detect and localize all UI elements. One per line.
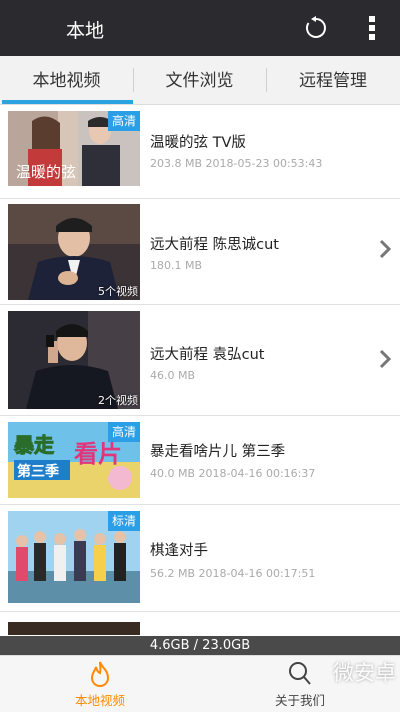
nav-local-videos[interactable]: 本地视频 <box>0 656 200 712</box>
list-item[interactable]: 温暖的弦 高清 温暖的弦 TV版 203.8 MB 2018-05-23 00:… <box>0 105 400 199</box>
flame-icon <box>90 661 110 687</box>
video-thumbnail <box>8 622 140 635</box>
tab-remote-manage[interactable]: 远程管理 <box>266 56 400 104</box>
tab-bar: 本地视频 文件浏览 远程管理 <box>0 56 400 105</box>
tab-divider <box>266 68 267 92</box>
app-header: 本地 <box>0 0 400 56</box>
list-item[interactable]: 5个视频 远大前程 陈思诚cut 180.1 MB <box>0 199 400 305</box>
poster-title-text: 温暖的弦 <box>16 163 76 181</box>
svg-text:第三季: 第三季 <box>17 463 59 480</box>
video-title: 远大前程 陈思诚cut <box>150 237 279 253</box>
video-thumbnail: 2个视频 <box>8 311 140 409</box>
video-meta: 180.1 MB <box>150 259 203 272</box>
tab-local-videos[interactable]: 本地视频 <box>0 56 133 104</box>
video-thumbnail: 温暖的弦 高清 <box>8 111 140 186</box>
poster-title-text: 暴走 <box>14 433 54 457</box>
chevron-right-icon <box>379 349 392 369</box>
video-count: 2个视频 <box>98 394 138 407</box>
video-thumbnail: 标清 <box>8 511 140 603</box>
list-item[interactable] <box>0 612 400 635</box>
more-menu-icon[interactable] <box>364 14 380 42</box>
tab-file-browser[interactable]: 文件浏览 <box>133 56 266 104</box>
video-meta: 56.2 MB 2018-04-16 00:17:51 <box>150 567 316 580</box>
video-count: 5个视频 <box>98 285 138 298</box>
chevron-right-icon <box>379 239 392 259</box>
tab-divider <box>133 68 134 92</box>
nav-label: 本地视频 <box>74 693 125 708</box>
video-list: 温暖的弦 高清 温暖的弦 TV版 203.8 MB 2018-05-23 00:… <box>0 105 400 635</box>
video-meta: 46.0 MB <box>150 369 196 382</box>
refresh-icon[interactable] <box>303 15 329 41</box>
quality-badge: 高清 <box>107 422 140 442</box>
video-title: 温暖的弦 TV版 <box>150 135 246 151</box>
video-title: 远大前程 袁弘cut <box>150 347 265 363</box>
svg-text:看片: 看片 <box>74 440 122 468</box>
video-thumbnail: 暴走 第三季 看片 高清 <box>8 422 140 498</box>
storage-usage-bar: 4.6GB / 23.0GB <box>0 636 400 655</box>
video-title: 棋逢对手 <box>150 543 208 559</box>
video-meta: 40.0 MB 2018-04-16 00:16:37 <box>150 467 316 480</box>
list-item[interactable]: 标清 棋逢对手 56.2 MB 2018-04-16 00:17:51 <box>0 505 400 612</box>
active-tab-indicator <box>2 100 133 104</box>
list-item[interactable]: 暴走 第三季 看片 高清 暴走看啥片儿 第三季 40.0 MB 2018-04-… <box>0 416 400 505</box>
video-title: 暴走看啥片儿 第三季 <box>150 444 286 460</box>
video-thumbnail: 5个视频 <box>8 204 140 300</box>
video-meta: 203.8 MB 2018-05-23 00:53:43 <box>150 157 323 170</box>
quality-badge: 高清 <box>107 111 140 131</box>
list-item[interactable]: 2个视频 远大前程 袁弘cut 46.0 MB <box>0 305 400 416</box>
watermark-logo: 微安卓 <box>333 661 396 685</box>
page-title: 本地 <box>66 20 105 42</box>
quality-badge: 标清 <box>107 511 140 531</box>
nav-label: 关于我们 <box>274 693 325 708</box>
